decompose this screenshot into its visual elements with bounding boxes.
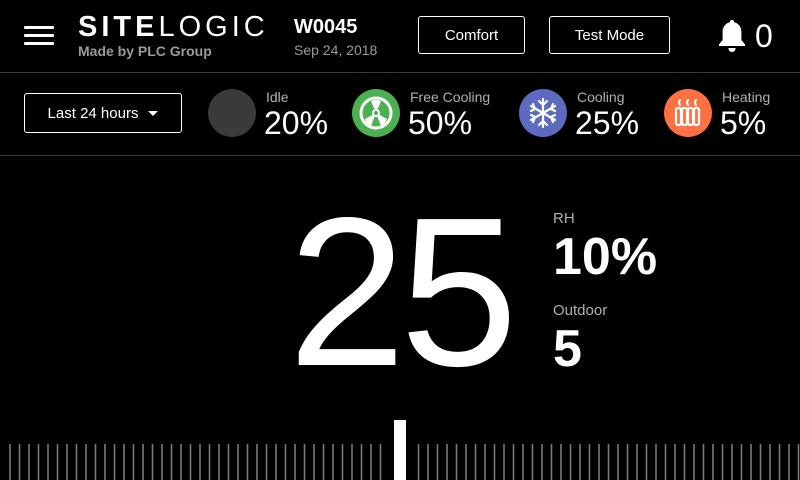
time-range-dropdown[interactable]: Last 24 hours: [24, 93, 182, 133]
setpoint-temperature: 25: [288, 173, 518, 410]
humidity-readout: RH 10%: [553, 210, 657, 287]
fan-icon: [352, 89, 400, 137]
snowflake-icon: [519, 89, 567, 137]
stat-value: 50%: [408, 105, 473, 141]
logo-tagline: Made by PLC Group: [78, 43, 212, 59]
stat-label: Cooling: [577, 89, 625, 105]
outdoor-label: Outdoor: [553, 302, 608, 319]
stat-label: Idle: [266, 89, 289, 105]
rh-value: 10%: [553, 228, 658, 286]
app: SITELOGIC Made by PLC Group W0045 Sep 24…: [0, 0, 800, 480]
rh-label: RH: [553, 210, 575, 227]
logo-wordmark: SITELOGIC: [78, 11, 269, 43]
test-mode-button[interactable]: Test Mode: [549, 16, 670, 54]
dial-indicator[interactable]: [394, 420, 406, 480]
unit-info: W0045 Sep 24, 2018: [294, 16, 377, 58]
idle-circle-icon: [208, 89, 256, 137]
stat-label: Heating: [722, 89, 771, 105]
header: SITELOGIC Made by PLC Group W0045 Sep 24…: [0, 0, 800, 73]
stat-label: Free Cooling: [410, 89, 491, 105]
unit-date: Sep 24, 2018: [294, 42, 378, 58]
temperature-dial[interactable]: [0, 420, 800, 480]
caret-down-icon: [148, 110, 159, 116]
stats-bar: Last 24 hours Idle 20% Free Cooling 50%: [0, 73, 800, 156]
time-range-label: Last 24 hours: [47, 104, 139, 122]
stat-value: 20%: [264, 105, 329, 141]
logo: SITELOGIC Made by PLC Group: [78, 12, 269, 59]
stat-value: 5%: [720, 105, 767, 141]
comfort-button[interactable]: Comfort: [418, 16, 525, 54]
outdoor-value: 5: [553, 320, 582, 378]
bell-icon[interactable]: [716, 18, 748, 54]
heater-icon: [664, 89, 712, 137]
alarm-count[interactable]: 0: [755, 16, 773, 56]
hamburger-menu-icon[interactable]: [24, 24, 54, 48]
outdoor-readout: Outdoor 5: [553, 302, 607, 379]
unit-id: W0045: [294, 16, 358, 38]
stat-value: 25%: [575, 105, 640, 141]
